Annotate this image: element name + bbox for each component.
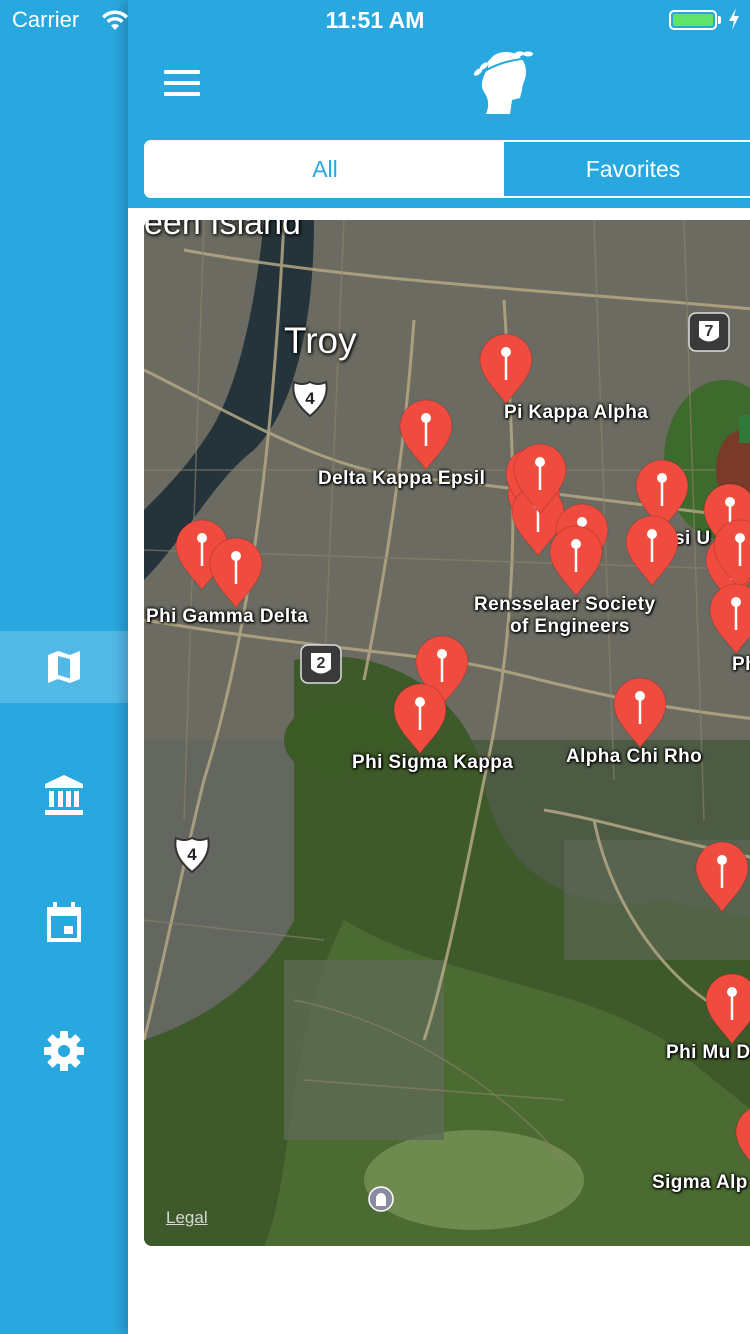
hamburger-menu-icon[interactable] (164, 70, 204, 98)
segment-all[interactable]: All (146, 142, 504, 196)
laurel-head-logo-icon (473, 51, 533, 114)
island-label: een Island (144, 220, 301, 242)
charging-bolt-icon (729, 8, 739, 30)
segmented-control: All Favorites (144, 140, 750, 198)
battery-tip (718, 16, 721, 24)
location-pin[interactable] (734, 1104, 750, 1180)
status-bar: Carrier 11:51 AM (0, 0, 750, 40)
rail-item-settings[interactable] (0, 1015, 128, 1087)
svg-text:4: 4 (305, 389, 315, 408)
location-pin[interactable] (392, 682, 448, 758)
location-pin[interactable] (548, 524, 604, 600)
clock: 11:51 AM (325, 7, 425, 33)
location-pin[interactable] (708, 582, 750, 658)
battery-level (673, 14, 713, 26)
bank-icon (45, 775, 83, 815)
location-pin[interactable] (208, 536, 264, 612)
segment-favorites[interactable]: Favorites (504, 142, 750, 196)
side-navigation-rail (0, 0, 128, 1334)
main-panel: All Favorites Troy een Island Pi Kappa A… (128, 0, 750, 1334)
battery-icon (669, 10, 717, 30)
location-pin[interactable] (398, 398, 454, 474)
route-shield: 4 (172, 834, 212, 879)
location-pin[interactable] (612, 676, 668, 752)
satellite-map[interactable]: Troy een Island Pi Kappa Alpha Delta Kap… (144, 220, 750, 1246)
svg-text:2: 2 (317, 655, 326, 672)
gear-icon (44, 1031, 84, 1071)
cemetery-poi-icon (368, 1186, 394, 1212)
map-icon (48, 651, 80, 683)
location-pin[interactable] (694, 840, 750, 916)
route-shield: 2 (300, 644, 342, 689)
rail-item-organizations[interactable] (0, 759, 128, 831)
location-pin[interactable] (624, 514, 680, 590)
location-pin[interactable] (478, 332, 534, 408)
location-pin[interactable] (704, 972, 750, 1048)
svg-text:4: 4 (187, 845, 197, 864)
rail-item-map[interactable] (0, 631, 128, 703)
route-shield: 7 (688, 312, 730, 357)
place-label[interactable]: of Engineers (510, 616, 630, 638)
legal-link[interactable]: Legal (166, 1208, 208, 1228)
rail-item-events[interactable] (0, 886, 128, 958)
route-shield: 4 (290, 378, 330, 423)
calendar-icon (47, 902, 81, 942)
svg-text:7: 7 (705, 323, 714, 340)
city-label: Troy (284, 320, 357, 361)
